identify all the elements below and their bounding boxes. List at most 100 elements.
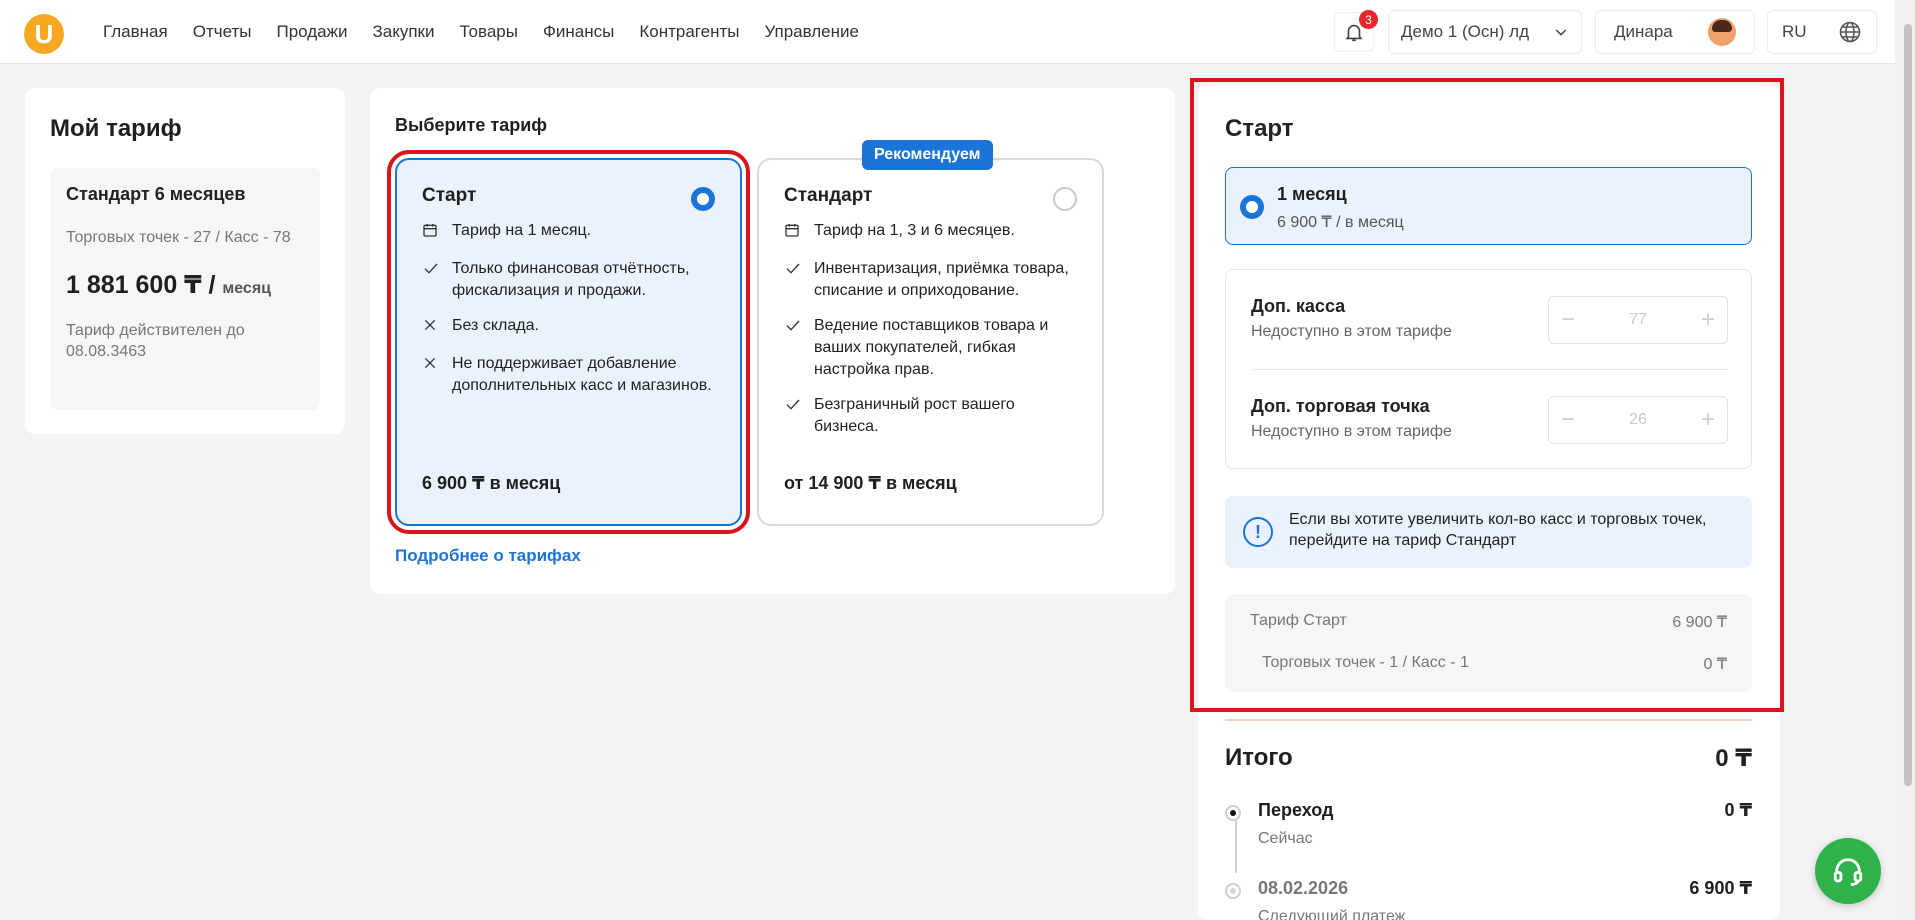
cross-icon xyxy=(422,353,440,397)
nav-item-reports[interactable]: Отчеты xyxy=(193,22,252,42)
plan-feature: Ведение поставщиков товара и ваших покуп… xyxy=(784,315,1077,381)
check-icon xyxy=(784,394,802,438)
nav-item-management[interactable]: Управление xyxy=(764,22,859,42)
summary-row: Торговых точек - 1 / Касс - 1 0 ₸ xyxy=(1250,654,1727,674)
check-icon xyxy=(784,315,802,381)
minus-icon[interactable]: − xyxy=(1561,406,1575,434)
headset-icon xyxy=(1833,858,1863,886)
info-text: Если вы хотите увеличить кол-во касс и т… xyxy=(1289,511,1707,549)
summary-label: Тариф Старт xyxy=(1250,612,1347,629)
current-tariff-price-unit: месяц xyxy=(222,280,271,297)
logo-letter: U xyxy=(34,19,54,49)
info-banner: ! Если вы хотите увеличить кол-во касс и… xyxy=(1225,496,1752,568)
user-menu[interactable]: Динара xyxy=(1595,10,1755,54)
total-value: 0 ₸ xyxy=(1715,745,1752,772)
plan-feature-text: Ведение поставщиков товара и ваших покуп… xyxy=(814,317,1049,378)
scrollbar-thumb[interactable] xyxy=(1904,24,1912,786)
company-select[interactable]: Демо 1 (Осн) лд xyxy=(1388,10,1582,54)
plan-radio-start[interactable] xyxy=(691,187,715,211)
plan-feature: Тариф на 1 месяц. xyxy=(422,220,715,245)
period-label: 1 месяц xyxy=(1277,184,1347,204)
user-name: Динара xyxy=(1614,22,1673,41)
check-icon xyxy=(784,258,802,302)
summary-value: 6 900 ₸ xyxy=(1672,614,1727,631)
globe-icon xyxy=(1839,21,1861,43)
plus-icon[interactable]: + xyxy=(1701,306,1715,334)
step-title: Переход xyxy=(1258,800,1334,820)
plan-feature: Безграничный рост вашего бизнеса. xyxy=(784,394,1077,438)
step-title: 08.02.2026 xyxy=(1258,878,1349,898)
language-select[interactable]: RU xyxy=(1767,10,1877,54)
period-price: 6 900 ₸ / в месяц xyxy=(1277,214,1404,231)
step-subtitle: Следующий платеж xyxy=(1258,908,1406,920)
plan-feature-text: Не поддерживает добавление дополнительны… xyxy=(452,355,712,394)
top-bar: U Главная Отчеты Продажи Закупки Товары … xyxy=(0,0,1895,64)
summary-label: Торговых точек - 1 / Касс - 1 xyxy=(1262,654,1469,671)
step-dot xyxy=(1225,805,1241,821)
plan-feature-text: Безграничный рост вашего бизнеса. xyxy=(814,396,1015,435)
nav-item-home[interactable]: Главная xyxy=(103,22,168,42)
plan-feature-text: Тариф на 1 месяц. xyxy=(452,222,592,239)
choose-tariff-title: Выберите тариф xyxy=(395,115,548,135)
nav-item-finance[interactable]: Финансы xyxy=(543,22,614,42)
plan-feature: Только финансовая отчётность, фискализац… xyxy=(422,258,715,302)
plan-feature-text: Инвентаризация, приёмка товара, списание… xyxy=(814,260,1069,299)
plan-feature: Не поддерживает добавление дополнительны… xyxy=(422,353,715,397)
cross-icon xyxy=(422,315,440,340)
plus-icon[interactable]: + xyxy=(1701,406,1715,434)
plan-radio-standard[interactable] xyxy=(1053,187,1077,211)
my-tariff-card: Мой тариф Стандарт 6 месяцев Торговых то… xyxy=(25,88,345,434)
summary-value: 0 ₸ xyxy=(1703,656,1727,673)
total-row: Итого 0 ₸ xyxy=(1225,744,1752,773)
summary-row: Тариф Старт 6 900 ₸ xyxy=(1250,612,1727,632)
plan-card-standard[interactable]: Стандарт Тариф на 1, 3 и 6 месяцев. Инве… xyxy=(757,158,1104,526)
plan-price: 6 900 ₸ в месяц xyxy=(422,473,561,493)
plan-feature-text: Без склада. xyxy=(452,317,539,334)
plan-feature-text: Только финансовая отчётность, фискализац… xyxy=(452,260,690,299)
chevron-down-icon xyxy=(1555,29,1567,36)
plan-feature: Без склада. xyxy=(422,315,715,340)
addon-cash-register: Доп. касса Недоступно в этом тарифе − 77… xyxy=(1251,296,1728,344)
price-summary: Тариф Старт 6 900 ₸ Торговых точек - 1 /… xyxy=(1225,594,1752,692)
logo[interactable]: U xyxy=(24,14,64,54)
plan-feature-text: Тариф на 1, 3 и 6 месяцев. xyxy=(814,222,1015,239)
current-tariff-valid: Тариф действителен до 08.08.3463 xyxy=(66,322,245,360)
current-tariff-price-value: 1 881 600 ₸ / xyxy=(66,271,216,299)
current-tariff-price: 1 881 600 ₸ / месяц xyxy=(66,270,304,300)
stepper-value: 26 xyxy=(1629,411,1647,428)
nav-item-products[interactable]: Товары xyxy=(459,22,517,42)
divider xyxy=(1251,369,1728,370)
nav-item-counterparties[interactable]: Контрагенты xyxy=(639,22,739,42)
calendar-icon xyxy=(422,220,440,245)
cash-register-stepper[interactable]: − 77 + xyxy=(1548,296,1728,344)
choose-tariff-panel: Выберите тариф Старт Тариф на 1 месяц. Т… xyxy=(370,88,1175,594)
step-amount: 6 900 ₸ xyxy=(1689,878,1752,898)
step-dot xyxy=(1225,883,1241,899)
period-option[interactable]: 1 месяц 6 900 ₸ / в месяц xyxy=(1225,167,1752,245)
my-tariff-title: Мой тариф xyxy=(50,115,182,142)
tariffs-details-link[interactable]: Подробнее о тарифах xyxy=(395,546,581,566)
plan-name: Стандарт xyxy=(784,185,873,206)
notifications-badge: 3 xyxy=(1359,10,1378,29)
minus-icon[interactable]: − xyxy=(1561,306,1575,334)
step-connector xyxy=(1235,820,1237,873)
plan-price: от 14 900 ₸ в месяц xyxy=(784,473,957,493)
company-name: Демо 1 (Осн) лд xyxy=(1401,22,1530,41)
store-stepper[interactable]: − 26 + xyxy=(1548,396,1728,444)
plan-feature: Инвентаризация, приёмка товара, списание… xyxy=(784,258,1077,302)
plan-card-start[interactable]: Старт Тариф на 1 месяц. Только финансова… xyxy=(387,150,750,534)
divider xyxy=(1225,719,1752,721)
check-icon xyxy=(422,258,440,302)
current-tariff-points: Торговых точек - 27 / Касс - 78 xyxy=(66,229,291,246)
tariff-details-panel: Старт 1 месяц 6 900 ₸ / в месяц Доп. кас… xyxy=(1198,84,1780,920)
current-tariff-name: Стандарт 6 месяцев xyxy=(66,184,246,204)
total-label: Итого xyxy=(1225,744,1293,771)
avatar xyxy=(1708,18,1736,46)
support-chat-button[interactable] xyxy=(1815,838,1881,904)
addon-store: Доп. торговая точка Недоступно в этом та… xyxy=(1251,396,1728,444)
stepper-value: 77 xyxy=(1629,311,1647,328)
nav-item-sales[interactable]: Продажи xyxy=(276,22,347,42)
nav-item-purchases[interactable]: Закупки xyxy=(372,22,434,42)
period-radio[interactable] xyxy=(1240,195,1264,219)
step-amount: 0 ₸ xyxy=(1724,800,1752,820)
